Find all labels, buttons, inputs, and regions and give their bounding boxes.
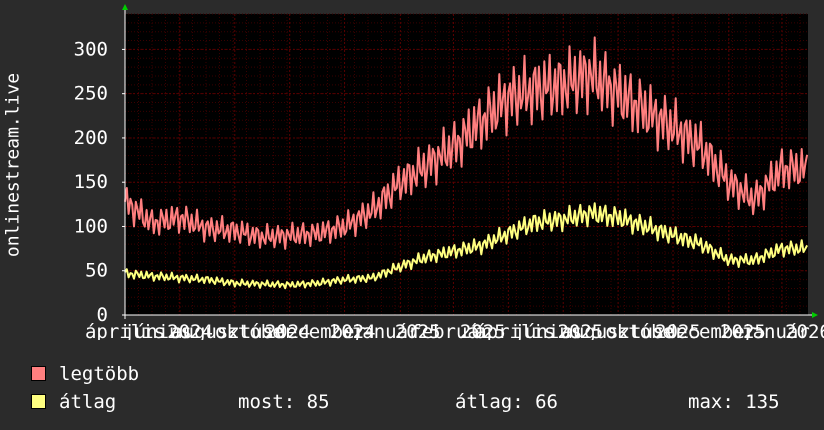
legend-item-avg: átlag [31, 390, 231, 414]
legend-swatch-avg [31, 394, 46, 409]
legend-swatch-max [31, 366, 46, 381]
legend-label-max: legtöbb [59, 363, 140, 385]
y-axis-title: onlinestream.live [0, 0, 26, 340]
y-tick-label: 250 [74, 83, 108, 105]
y-tick-label: 100 [74, 215, 108, 237]
y-tick-label: 150 [74, 171, 108, 193]
y-axis-title-text: onlinestream.live [2, 72, 24, 258]
y-tick-label: 50 [85, 260, 108, 282]
stat-average: átlag: 66 [455, 391, 558, 413]
y-tick-label: 200 [74, 127, 108, 149]
legend-item-max: legtöbb [31, 362, 231, 386]
y-axis-arrow [122, 4, 128, 10]
chart: 050100150200250300áprilisjúnius2024augus… [74, 4, 824, 340]
y-tick-label: 300 [74, 38, 108, 60]
stat-max: max: 135 [688, 391, 780, 413]
stat-current: most: 85 [238, 391, 330, 413]
x-axis-arrow [812, 312, 818, 318]
legend-label-avg: átlag [59, 391, 117, 413]
x-tick-label: 2026 [785, 321, 824, 340]
